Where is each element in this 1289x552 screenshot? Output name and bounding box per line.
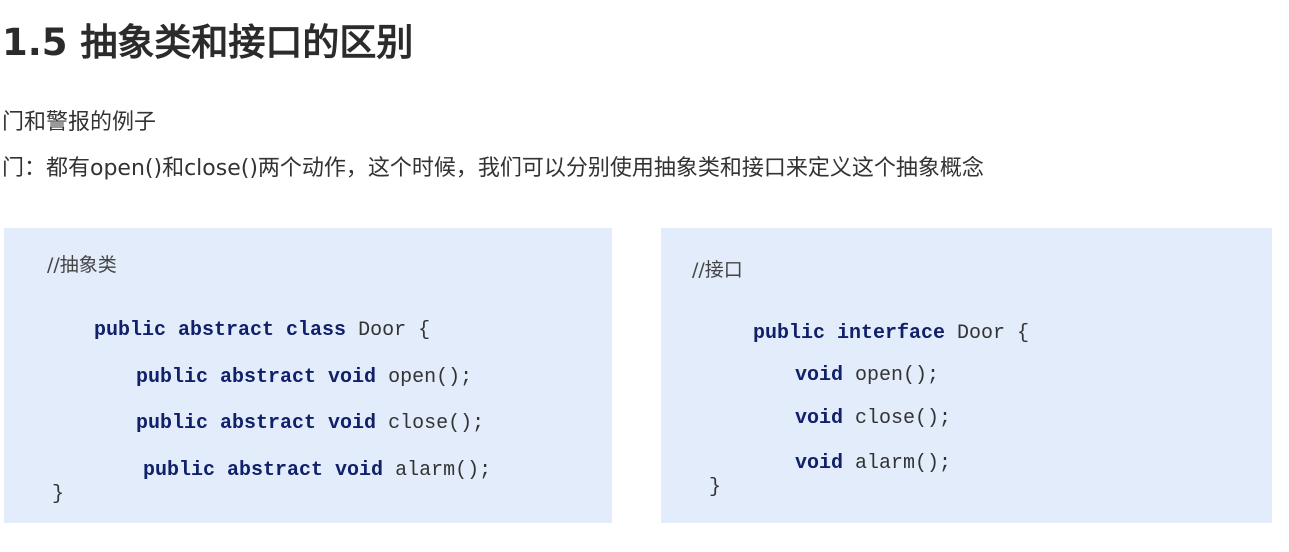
method-signature: close(); [376, 412, 485, 435]
interface-decl-rest: Door { [945, 322, 1030, 345]
abstract-class-code-block: //抽象类 public abstract class Door { publi… [4, 228, 612, 523]
interface-closing-brace: } [709, 476, 722, 499]
method-keywords: void [795, 452, 844, 475]
method-keywords: public abstract void [136, 366, 377, 389]
intro-line-2: 门：都有open()和close()两个动作，这个时候，我们可以分别使用抽象类和… [2, 156, 984, 181]
method-signature: alarm(); [383, 459, 492, 482]
method-signature: alarm(); [843, 452, 952, 475]
abstract-class-closing-brace: } [52, 483, 65, 506]
abstract-class-decl-keywords: public abstract class [94, 319, 347, 342]
interface-code-block: //接口 public interface Door { void open()… [661, 228, 1272, 523]
method-keywords: public abstract void [136, 412, 377, 435]
abstract-method-alarm: public abstract void alarm(); [95, 436, 491, 505]
interface-method-alarm: void alarm(); [747, 429, 951, 498]
slide-title: 1.5 抽象类和接口的区别 [2, 21, 414, 64]
abstract-class-decl-rest: Door { [346, 319, 431, 342]
interface-comment: //接口 [692, 259, 743, 281]
abstract-class-comment: //抽象类 [47, 254, 117, 276]
method-signature: open(); [376, 366, 473, 389]
intro-line-1: 门和警报的例子 [2, 110, 157, 135]
method-keywords: void [795, 407, 844, 430]
method-keywords: public abstract void [143, 459, 384, 482]
method-signature: close(); [843, 407, 952, 430]
